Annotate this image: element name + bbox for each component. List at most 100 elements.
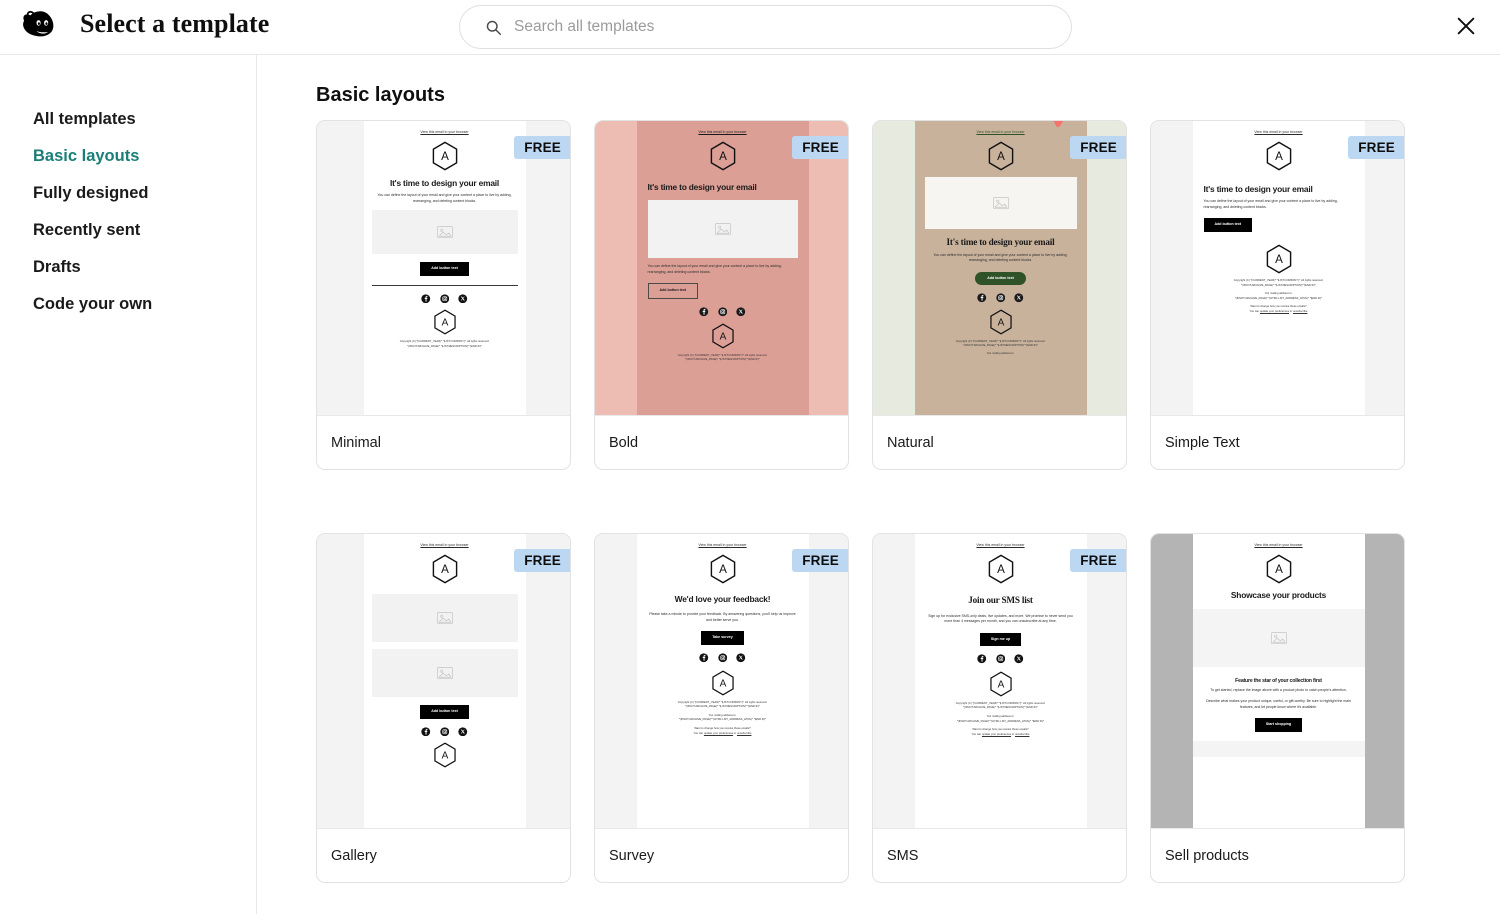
template-card-sms[interactable]: View this email in your browser A Join o…: [872, 533, 1127, 883]
facebook-icon[interactable]: [977, 654, 987, 664]
x-twitter-icon[interactable]: [736, 653, 746, 663]
app-header: Select a template: [0, 0, 1500, 55]
template-preview: View this email in your browser A Join o…: [873, 534, 1126, 828]
email-cta-button[interactable]: Start shopping: [1254, 718, 1303, 732]
instagram-icon[interactable]: [996, 654, 1006, 664]
close-button[interactable]: [1448, 9, 1484, 45]
template-card-footer: Minimal: [317, 415, 570, 469]
x-twitter-icon[interactable]: [458, 294, 468, 304]
email-cta-button[interactable]: Add button text: [420, 262, 469, 277]
template-card-survey[interactable]: View this email in your browser A We'd l…: [594, 533, 849, 883]
template-name: Simple Text: [1165, 434, 1240, 451]
email-footer: Copyright (C) *|CURRENT_YEAR|* *|LIST:CO…: [647, 701, 799, 737]
svg-text:A: A: [997, 151, 1005, 163]
free-badge: FREE: [514, 549, 570, 572]
email-body-text: You can define the layout of your email …: [933, 252, 1068, 263]
email-heading: It's time to design your email: [389, 178, 500, 189]
social-icons-row: [421, 294, 468, 304]
template-card-bold[interactable]: View this email in your browser A It's t…: [594, 120, 849, 470]
template-card-gallery[interactable]: View this email in your browser A Add bu…: [316, 533, 571, 883]
social-icons-row: [977, 654, 1024, 664]
free-badge: FREE: [1070, 136, 1126, 159]
x-twitter-icon[interactable]: [1014, 654, 1024, 664]
sidebar-item-code-your-own[interactable]: Code your own: [0, 286, 256, 323]
email-body-text: To get started, replace the image above …: [1210, 688, 1347, 693]
svg-text:A: A: [997, 679, 1004, 690]
template-card-natural[interactable]: View this email in your browser A It's t…: [872, 120, 1127, 470]
sidebar-item-drafts[interactable]: Drafts: [0, 249, 256, 286]
copyright-line-2: *|IFNOT:ARCHIVE_PAGE|* *|LIST:DESCRIPTIO…: [685, 358, 760, 362]
facebook-icon[interactable]: [977, 293, 987, 303]
mailing-address: *|IFNOT:ARCHIVE_PAGE|* *|HTML:LIST_ADDRE…: [678, 718, 767, 722]
template-name: Bold: [609, 434, 639, 451]
sidebar-item-basic-layouts[interactable]: Basic layouts: [0, 138, 256, 175]
image-placeholder: [1192, 609, 1365, 668]
svg-text:A: A: [719, 564, 727, 576]
email-heading: Join our SMS list: [968, 595, 1033, 606]
view-in-browser-link[interactable]: View this email in your browser: [1254, 130, 1302, 135]
template-preview: View this email in your browser A We'd l…: [595, 534, 848, 828]
svg-text:A: A: [1275, 254, 1283, 266]
instagram-icon[interactable]: [996, 293, 1006, 303]
email-body-text: You can define the layout of your email …: [1203, 199, 1338, 209]
svg-text:A: A: [441, 318, 448, 329]
x-twitter-icon[interactable]: [1014, 293, 1024, 303]
template-name: Survey: [609, 847, 655, 864]
sidebar-item-all-templates[interactable]: All templates: [0, 101, 256, 138]
sidebar-item-fully-designed[interactable]: Fully designed: [0, 175, 256, 212]
social-icons-row: [421, 727, 468, 737]
template-card-minimal[interactable]: View this email in your browser A It's t…: [316, 120, 571, 470]
email-heading: It's time to design your email: [946, 237, 1055, 248]
sidebar-item-recently-sent[interactable]: Recently sent: [0, 212, 256, 249]
view-in-browser-link[interactable]: View this email in your browser: [420, 543, 468, 548]
svg-text:A: A: [441, 564, 449, 576]
hexagon-a-logo: A: [430, 141, 460, 171]
hexagon-a-logo: A: [1264, 141, 1294, 171]
section-title: Basic layouts: [316, 84, 445, 106]
view-in-browser-link[interactable]: View this email in your browser: [976, 543, 1024, 548]
image-placeholder-1: [371, 594, 518, 643]
prefs-answer: You can update your preferences or unsub…: [971, 732, 1030, 736]
template-card-sell-products[interactable]: View this email in your browser A Showca…: [1150, 533, 1405, 883]
instagram-icon[interactable]: [718, 653, 728, 663]
copyright-line-2: *|IFNOT:ARCHIVE_PAGE|* *|LIST:DESCRIPTIO…: [963, 344, 1038, 348]
facebook-icon[interactable]: [421, 727, 431, 737]
template-name: Gallery: [331, 847, 377, 864]
sidebar-nav: All templates Basic layouts Fully designed…: [0, 55, 257, 914]
email-cta-button[interactable]: Add button text: [1203, 218, 1253, 233]
search-box[interactable]: [459, 5, 1072, 49]
email-heading: It's time to design your email: [1203, 184, 1313, 195]
hexagon-a-logo-footer: A: [432, 742, 458, 768]
email-cta-button[interactable]: Take survey: [701, 631, 744, 646]
email-cta-button[interactable]: Add button text: [975, 271, 1026, 286]
facebook-icon[interactable]: [421, 294, 431, 304]
template-card-footer: Survey: [595, 828, 848, 882]
svg-text:A: A: [1275, 564, 1283, 576]
instagram-icon[interactable]: [440, 294, 450, 304]
close-icon: [1455, 15, 1477, 40]
hexagon-a-logo-footer: A: [432, 309, 458, 335]
email-cta-button[interactable]: Add button text: [647, 283, 699, 300]
template-name: SMS: [887, 847, 919, 864]
svg-text:A: A: [719, 151, 727, 163]
x-twitter-icon[interactable]: [458, 727, 468, 737]
view-in-browser-link[interactable]: View this email in your browser: [1254, 543, 1302, 548]
x-twitter-icon[interactable]: [736, 307, 746, 317]
facebook-icon[interactable]: [699, 653, 709, 663]
template-card-simple-text[interactable]: View this email in your browser A It's t…: [1150, 120, 1405, 470]
view-in-browser-link[interactable]: View this email in your browser: [976, 130, 1024, 135]
email-cta-button[interactable]: Add button text: [420, 705, 469, 719]
search-input[interactable]: [514, 18, 1034, 36]
prefs-answer: You can update your preferences or unsub…: [1249, 310, 1308, 313]
instagram-icon[interactable]: [718, 307, 728, 317]
hexagon-a-logo-footer: A: [988, 309, 1014, 335]
view-in-browser-link[interactable]: View this email in your browser: [698, 543, 746, 548]
email-footer: Copyright (C) *|CURRENT_YEAR|* *|LIST:CO…: [372, 340, 518, 349]
instagram-icon[interactable]: [440, 727, 450, 737]
template-card-footer: Sell products: [1151, 828, 1404, 882]
hexagon-a-logo-footer: A: [1264, 244, 1294, 274]
email-cta-button[interactable]: Sign me up: [979, 632, 1022, 647]
view-in-browser-link[interactable]: View this email in your browser: [420, 130, 468, 135]
facebook-icon[interactable]: [699, 307, 709, 317]
view-in-browser-link[interactable]: View this email in your browser: [698, 130, 746, 135]
